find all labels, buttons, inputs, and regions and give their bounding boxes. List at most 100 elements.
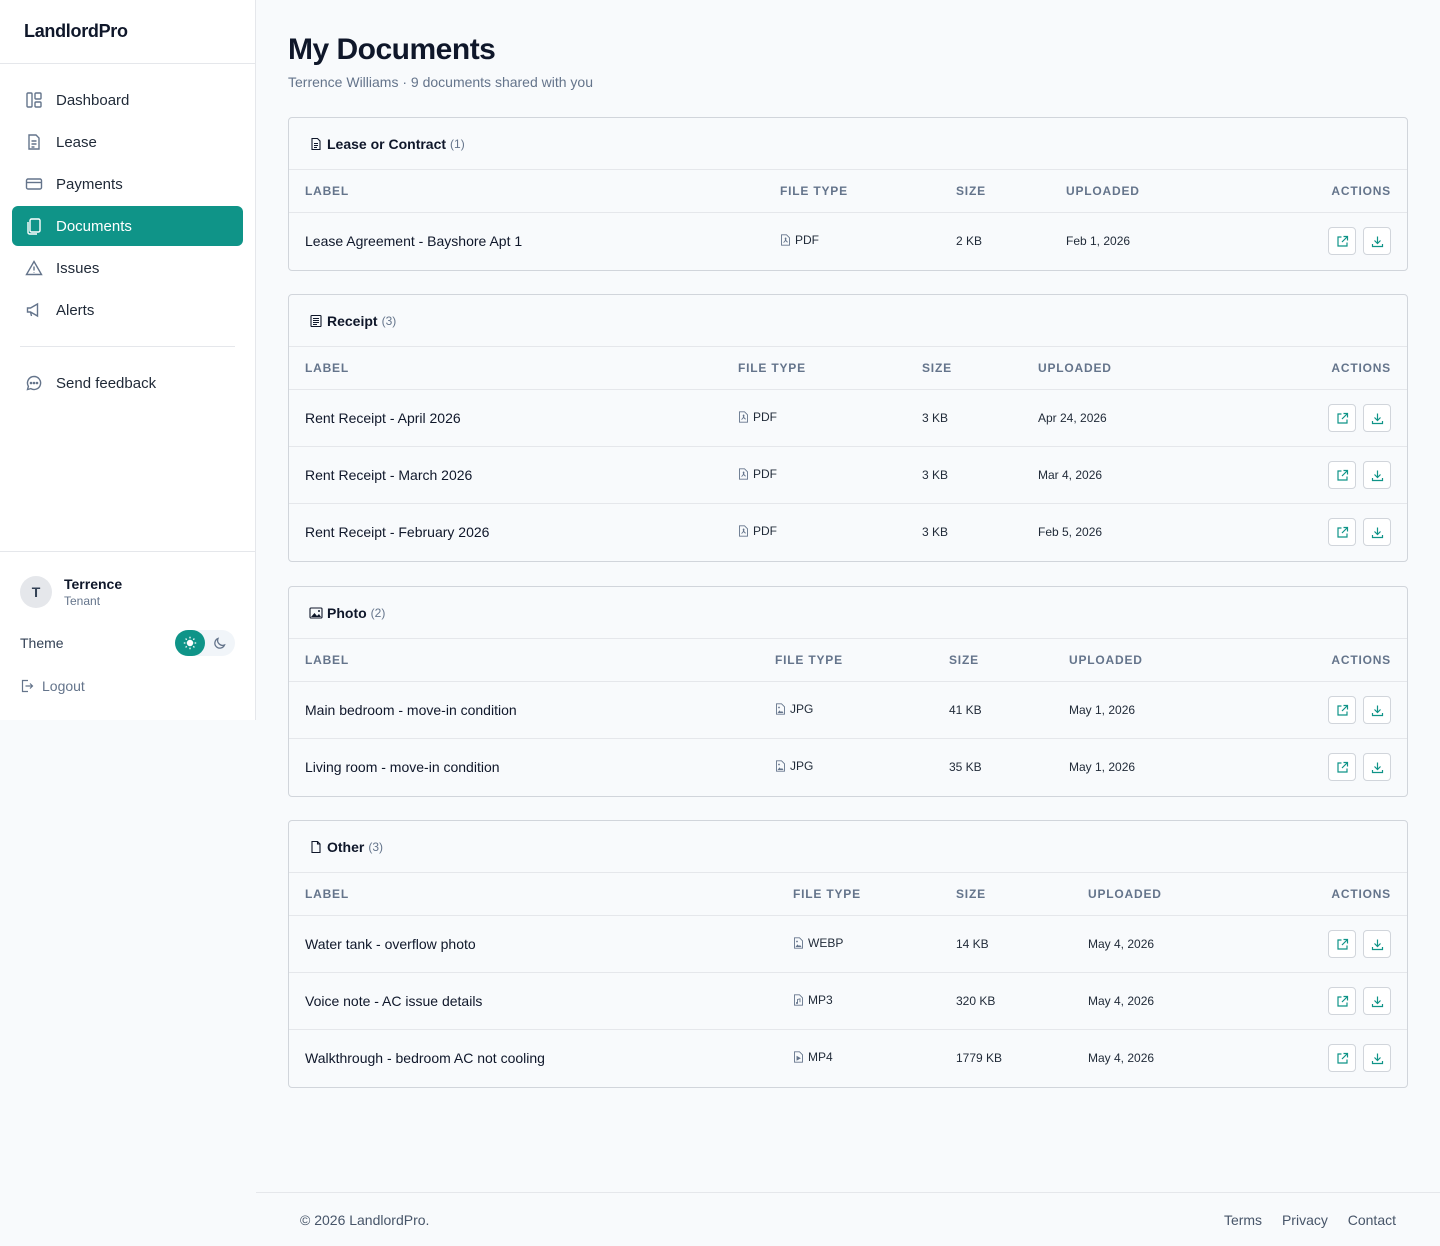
sidebar-item-alerts[interactable]: Alerts bbox=[12, 290, 243, 330]
open-document-button[interactable] bbox=[1328, 518, 1356, 546]
open-document-button[interactable] bbox=[1328, 696, 1356, 724]
table-header: LABEL FILE TYPE SIZE UPLOADED ACTIONS bbox=[289, 170, 1407, 213]
sidebar-item-documents[interactable]: Documents bbox=[12, 206, 243, 246]
table-row[interactable]: Voice note - AC issue details MP3 320 KB Ma… bbox=[289, 973, 1407, 1030]
file-type-icon bbox=[793, 994, 804, 1006]
section-count: (3) bbox=[381, 313, 397, 328]
footer-link-privacy[interactable]: Privacy bbox=[1282, 1212, 1328, 1228]
moon-icon bbox=[213, 636, 227, 650]
file-type-label: PDF bbox=[795, 233, 819, 247]
download-icon bbox=[1371, 1052, 1384, 1065]
open-document-button[interactable] bbox=[1328, 1044, 1356, 1072]
open-document-button[interactable] bbox=[1328, 404, 1356, 432]
uploaded-date: May 4, 2026 bbox=[1088, 937, 1155, 951]
theme-label: Theme bbox=[20, 635, 64, 651]
column-header-file-type: FILE TYPE bbox=[738, 361, 806, 375]
file-type: PDF bbox=[738, 524, 777, 538]
uploaded-date: May 1, 2026 bbox=[1069, 703, 1136, 717]
file-type: WEBP bbox=[793, 936, 843, 950]
download-document-button[interactable] bbox=[1363, 930, 1391, 958]
download-document-button[interactable] bbox=[1363, 753, 1391, 781]
document-label: Main bedroom - move-in condition bbox=[305, 702, 517, 718]
sidebar-item-lease[interactable]: Lease bbox=[12, 122, 243, 162]
download-icon bbox=[1371, 469, 1384, 482]
file-size: 3 KB bbox=[922, 525, 949, 539]
brand-logo[interactable]: LandlordPro bbox=[0, 0, 255, 64]
column-header-actions: ACTIONS bbox=[1331, 887, 1391, 901]
page-footer: © 2026 LandlordPro. Terms Privacy Contac… bbox=[256, 1192, 1440, 1246]
file-type-label: JPG bbox=[790, 702, 814, 716]
sidebar-item-label: Payments bbox=[56, 175, 123, 193]
footer-links: Terms Privacy Contact bbox=[1208, 1212, 1396, 1228]
file-type: PDF bbox=[738, 410, 777, 424]
table-header: LABEL FILE TYPE SIZE UPLOADED ACTIONS bbox=[289, 347, 1407, 390]
document-label: Lease Agreement - Bayshore Apt 1 bbox=[305, 233, 523, 249]
row-actions bbox=[1321, 753, 1391, 781]
download-document-button[interactable] bbox=[1363, 1044, 1391, 1072]
table-row[interactable]: Walkthrough - bedroom AC not cooling MP4 1… bbox=[289, 1030, 1407, 1087]
download-document-button[interactable] bbox=[1363, 461, 1391, 489]
download-document-button[interactable] bbox=[1363, 227, 1391, 255]
download-document-button[interactable] bbox=[1363, 404, 1391, 432]
file-type-label: MP4 bbox=[808, 1050, 833, 1064]
file-size: 41 KB bbox=[949, 703, 982, 717]
document-section-card: Photo (2) LABEL FILE TYPE SIZE UPLOADED ACTION… bbox=[288, 586, 1408, 797]
column-header-actions: ACTIONS bbox=[1331, 361, 1391, 375]
uploaded-date: Apr 24, 2026 bbox=[1038, 411, 1107, 425]
sidebar-item-payments[interactable]: Payments bbox=[12, 164, 243, 204]
nav-divider bbox=[20, 346, 235, 347]
sidebar-item-dashboard[interactable]: Dashboard bbox=[12, 80, 243, 120]
table-row[interactable]: Rent Receipt - February 2026 PDF 3 KB Feb 5… bbox=[289, 504, 1407, 561]
external-link-icon bbox=[1336, 995, 1349, 1008]
file-type: JPG bbox=[775, 702, 813, 716]
file-type: MP4 bbox=[793, 1050, 833, 1064]
light-theme-button[interactable] bbox=[175, 630, 205, 656]
receipt-icon bbox=[309, 314, 323, 328]
file-type-label: PDF bbox=[753, 467, 777, 481]
footer-link-terms[interactable]: Terms bbox=[1224, 1212, 1262, 1228]
user-profile[interactable]: T Terrence Tenant bbox=[20, 576, 235, 608]
download-document-button[interactable] bbox=[1363, 696, 1391, 724]
table-row[interactable]: Lease Agreement - Bayshore Apt 1 PDF 2 KB F… bbox=[289, 213, 1407, 270]
table-row[interactable]: Living room - move-in condition JPG 35 KB M… bbox=[289, 739, 1407, 796]
file-type-icon bbox=[775, 703, 786, 715]
table-row[interactable]: Main bedroom - move-in condition JPG 41 KB… bbox=[289, 682, 1407, 739]
table-row[interactable]: Rent Receipt - March 2026 PDF 3 KB Mar 4, 2… bbox=[289, 447, 1407, 504]
document-label: Rent Receipt - February 2026 bbox=[305, 524, 490, 540]
table-header: LABEL FILE TYPE SIZE UPLOADED ACTIONS bbox=[289, 639, 1407, 682]
table-row[interactable]: Water tank - overflow photo WEBP 14 KB May … bbox=[289, 916, 1407, 973]
chat-bubble-icon bbox=[24, 373, 44, 393]
file-type-icon bbox=[793, 1051, 804, 1063]
document-section-card: Receipt (3) LABEL FILE TYPE SIZE UPLOADED ACTI… bbox=[288, 294, 1408, 562]
file-size: 35 KB bbox=[949, 760, 982, 774]
open-document-button[interactable] bbox=[1328, 461, 1356, 489]
open-document-button[interactable] bbox=[1328, 753, 1356, 781]
column-header-label: LABEL bbox=[305, 184, 349, 198]
section-header: Other (3) bbox=[289, 821, 1407, 873]
open-document-button[interactable] bbox=[1328, 987, 1356, 1015]
table-row[interactable]: Rent Receipt - April 2026 PDF 3 KB Apr 24, … bbox=[289, 390, 1407, 447]
sidebar-item-issues[interactable]: Issues bbox=[12, 248, 243, 288]
download-icon bbox=[1371, 412, 1384, 425]
column-header-size: SIZE bbox=[956, 887, 986, 901]
lease-icon bbox=[24, 132, 44, 152]
logout-button[interactable]: Logout bbox=[20, 678, 235, 694]
document-label: Rent Receipt - March 2026 bbox=[305, 467, 473, 483]
send-feedback-link[interactable]: Send feedback bbox=[12, 363, 243, 403]
document-section-card: Lease or Contract (1) LABEL FILE TYPE SIZE UP… bbox=[288, 117, 1408, 271]
open-document-button[interactable] bbox=[1328, 227, 1356, 255]
open-document-button[interactable] bbox=[1328, 930, 1356, 958]
column-header-label: LABEL bbox=[305, 653, 349, 667]
file-size: 3 KB bbox=[922, 411, 949, 425]
external-link-icon bbox=[1336, 938, 1349, 951]
column-header-file-type: FILE TYPE bbox=[793, 887, 861, 901]
dark-theme-button[interactable] bbox=[205, 630, 235, 656]
sun-icon bbox=[183, 636, 197, 650]
page-title: My Documents bbox=[288, 33, 496, 66]
footer-link-contact[interactable]: Contact bbox=[1348, 1212, 1396, 1228]
download-icon bbox=[1371, 995, 1384, 1008]
logout-icon bbox=[20, 679, 34, 693]
download-document-button[interactable] bbox=[1363, 987, 1391, 1015]
external-link-icon bbox=[1336, 761, 1349, 774]
download-document-button[interactable] bbox=[1363, 518, 1391, 546]
